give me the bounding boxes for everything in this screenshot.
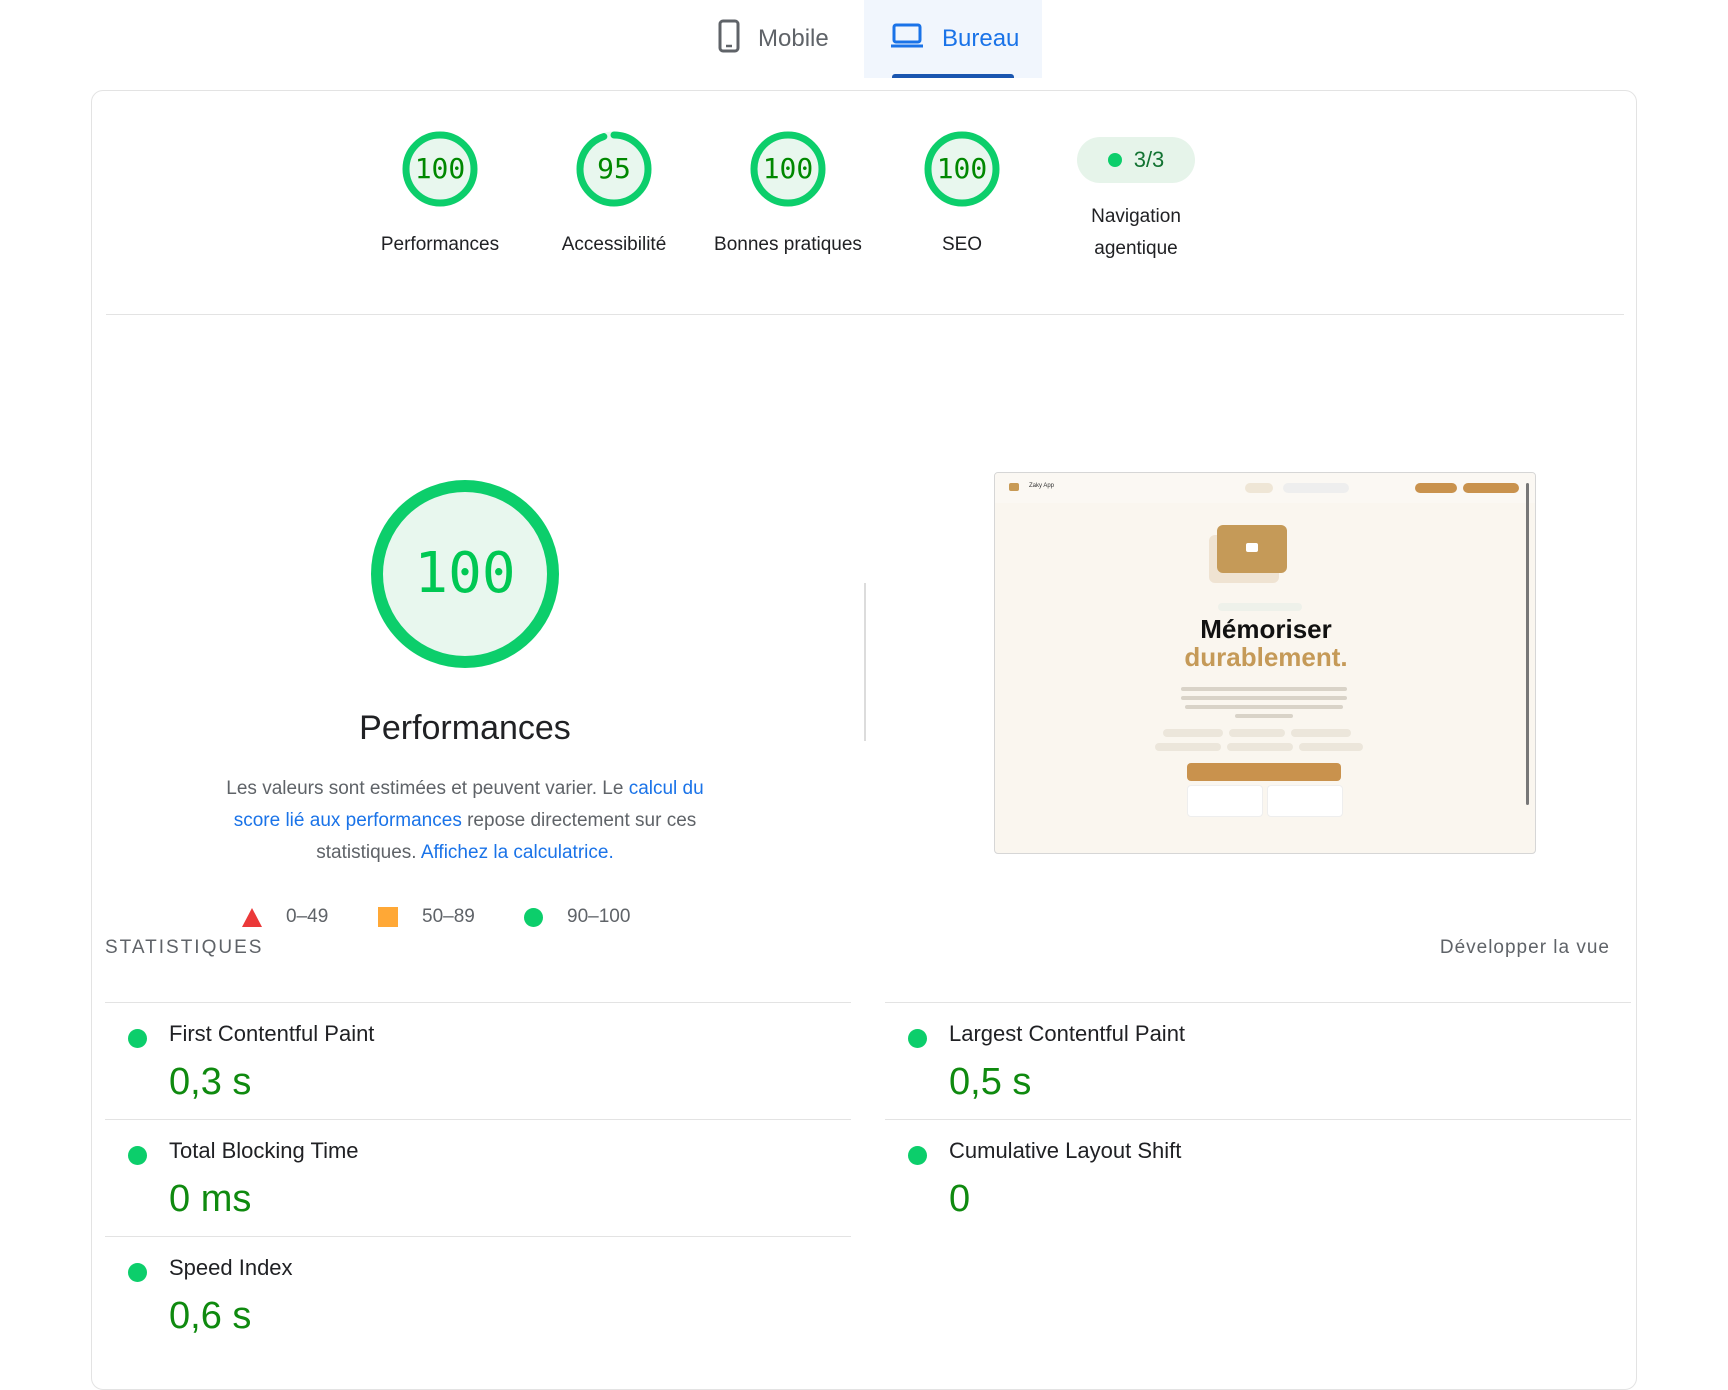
thumbnail-text-line bbox=[1181, 687, 1347, 691]
metric-cls: Cumulative Layout Shift 0 bbox=[885, 1119, 1631, 1235]
thumbnail-chip bbox=[1299, 743, 1363, 751]
gauge-label: Bonnes pratiques bbox=[714, 234, 862, 255]
thumbnail-text-line bbox=[1185, 705, 1343, 709]
expand-view-toggle[interactable]: Développer la vue bbox=[1440, 937, 1610, 959]
metric-speed-index: Speed Index 0,6 s bbox=[105, 1236, 851, 1352]
thumbnail-new-button bbox=[1463, 483, 1519, 493]
metric-name: Cumulative Layout Shift bbox=[949, 1138, 1182, 1163]
metric-value: 0,6 s bbox=[169, 1295, 252, 1337]
statistics-heading: STATISTIQUES bbox=[105, 937, 264, 958]
pass-circle-icon bbox=[524, 907, 543, 927]
thumbnail-login-button bbox=[1415, 483, 1457, 493]
page-screenshot-thumbnail[interactable]: Zaky App Mémoriser durablement. bbox=[994, 472, 1536, 854]
legend-high: 90–100 bbox=[567, 906, 631, 927]
thumbnail-app-name: Zaky App bbox=[1029, 483, 1055, 489]
desc-text-1: Les valeurs sont estimées et peuvent var… bbox=[226, 778, 629, 799]
thumbnail-mini-card bbox=[1267, 785, 1343, 817]
metric-value: 0,3 s bbox=[169, 1061, 252, 1103]
fail-triangle-icon bbox=[242, 907, 262, 927]
pass-dot-icon bbox=[128, 1146, 147, 1165]
thumbnail-chip bbox=[1163, 729, 1223, 737]
agentic-pill: 3/3 bbox=[1077, 137, 1195, 183]
thumbnail-text-line bbox=[1181, 696, 1347, 700]
performance-description: Les valeurs sont estimées et peuvent var… bbox=[222, 773, 708, 869]
report-card: 100 Performances 95 Accessibilité 100 Bo… bbox=[91, 90, 1637, 1390]
tab-mobile-label: Mobile bbox=[758, 25, 829, 52]
thumbnail-heading-1: Mémoriser bbox=[1200, 614, 1332, 644]
metric-name: First Contentful Paint bbox=[169, 1021, 375, 1046]
thumbnail-heading-2: durablement. bbox=[1184, 642, 1348, 672]
gauge-score: 100 bbox=[414, 152, 466, 185]
thumbnail-mini-card bbox=[1187, 785, 1263, 817]
tab-desktop-label: Bureau bbox=[942, 25, 1020, 52]
pass-dot-icon bbox=[908, 1029, 927, 1048]
pass-dot-icon bbox=[908, 1146, 927, 1165]
metric-fcp: First Contentful Paint 0,3 s bbox=[105, 1002, 851, 1118]
metric-value: 0,5 s bbox=[949, 1061, 1032, 1103]
thumbnail-chip bbox=[1155, 743, 1221, 751]
agentic-label-line2: agentique bbox=[1094, 238, 1178, 259]
gauge-agentic-navigation[interactable]: 3/3 Navigation agentique bbox=[1041, 129, 1231, 265]
gauge-performance[interactable]: 100 Performances bbox=[345, 129, 535, 261]
performance-title: Performances bbox=[359, 709, 571, 747]
thumbnail-header: Zaky App bbox=[995, 473, 1535, 503]
thumbnail-chip bbox=[1227, 743, 1293, 751]
metric-value: 0 ms bbox=[169, 1178, 252, 1220]
legend-mid: 50–89 bbox=[422, 906, 475, 927]
gauge-score: 95 bbox=[597, 152, 631, 185]
metric-lcp: Largest Contentful Paint 0,5 s bbox=[885, 1002, 1631, 1118]
thumbnail-hero-card bbox=[1217, 525, 1287, 573]
agentic-value: 3/3 bbox=[1133, 147, 1165, 172]
device-tabs: Mobile Bureau bbox=[0, 0, 1728, 80]
gauge-label: Accessibilité bbox=[561, 234, 667, 255]
category-summary: 100 Performances 95 Accessibilité 100 Bo… bbox=[92, 91, 1638, 314]
pass-dot-icon bbox=[1107, 153, 1122, 167]
average-square-icon bbox=[378, 907, 398, 927]
tab-desktop[interactable]: Bureau bbox=[864, 0, 1042, 78]
gauge-seo[interactable]: 100 SEO bbox=[867, 129, 1057, 261]
calculator-link[interactable]: Affichez la calculatrice. bbox=[421, 842, 614, 863]
pass-dot-icon bbox=[128, 1029, 147, 1048]
gauge-score: 100 bbox=[762, 152, 814, 185]
thumbnail-chip bbox=[1229, 729, 1285, 737]
metric-tbt: Total Blocking Time 0 ms bbox=[105, 1119, 851, 1235]
laptop-icon bbox=[890, 23, 924, 56]
thumbnail-cta-button bbox=[1187, 763, 1341, 781]
vertical-divider bbox=[864, 583, 866, 741]
thumbnail-chip bbox=[1291, 729, 1351, 737]
phone-icon bbox=[718, 19, 740, 60]
thumbnail-badge bbox=[1218, 603, 1302, 611]
agentic-label-line1: Navigation bbox=[1091, 206, 1181, 227]
metric-value: 0 bbox=[949, 1178, 971, 1220]
thumbnail-text-line bbox=[1235, 714, 1293, 718]
tab-mobile[interactable]: Mobile bbox=[712, 0, 862, 78]
app-logo-icon bbox=[1009, 483, 1019, 491]
thumbnail-scrollbar bbox=[1526, 483, 1529, 805]
gauge-best-practices[interactable]: 100 Bonnes pratiques bbox=[693, 129, 883, 261]
message-icon bbox=[1246, 543, 1258, 552]
performance-score: 100 bbox=[414, 541, 516, 606]
legend-low: 0–49 bbox=[286, 906, 329, 927]
thumbnail-nav-pill bbox=[1283, 483, 1349, 493]
gauge-accessibility[interactable]: 95 Accessibilité bbox=[519, 129, 709, 261]
score-legend: 0–49 50–89 90–100 bbox=[242, 906, 692, 938]
gauge-score: 100 bbox=[936, 152, 988, 185]
thumbnail-toggle bbox=[1245, 483, 1273, 493]
gauge-label: SEO bbox=[941, 234, 983, 255]
metric-name: Total Blocking Time bbox=[169, 1138, 359, 1163]
section-divider bbox=[106, 314, 1624, 315]
active-tab-indicator bbox=[892, 74, 1014, 78]
metric-name: Speed Index bbox=[169, 1255, 293, 1280]
pass-dot-icon bbox=[128, 1263, 147, 1282]
gauge-label: Performances bbox=[380, 234, 500, 255]
metric-name: Largest Contentful Paint bbox=[949, 1021, 1186, 1046]
